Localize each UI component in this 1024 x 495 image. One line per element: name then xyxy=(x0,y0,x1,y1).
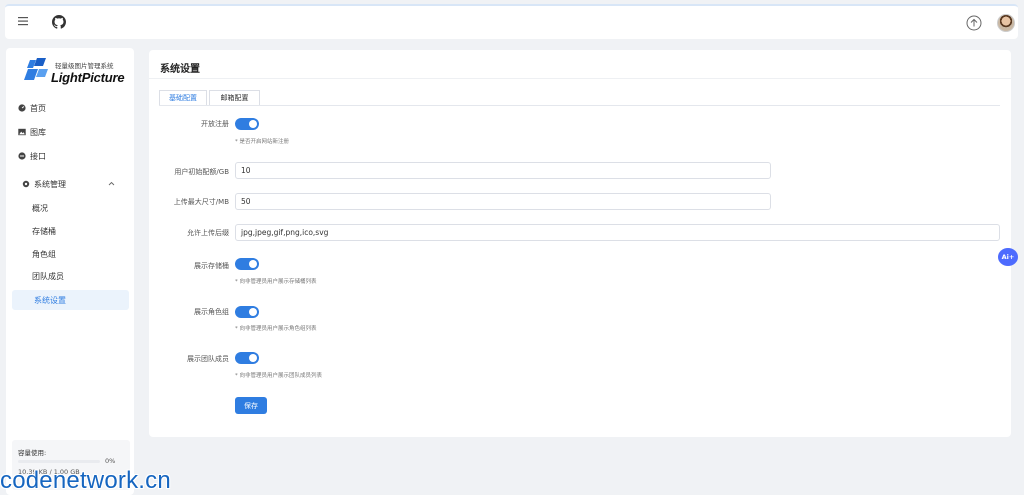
logo-mark-icon xyxy=(24,58,48,80)
usage-label: 容量使用: xyxy=(18,449,47,457)
dashboard-icon xyxy=(18,104,26,112)
show-team-toggle[interactable] xyxy=(235,352,259,364)
show-storage-hint: * 向非管理员用户展示存储桶列表 xyxy=(235,279,317,285)
logo[interactable]: 轻量级图片管理系统 LightPicture xyxy=(24,58,129,88)
title-divider xyxy=(149,78,1011,79)
show-roles-hint: * 向非管理员用户展示角色组列表 xyxy=(235,326,317,332)
brand-name: LightPicture xyxy=(51,70,125,85)
suffix-label: 允许上传后缀 xyxy=(187,229,229,237)
upload-icon[interactable] xyxy=(966,15,982,31)
tab-email-config[interactable]: 邮箱配置 xyxy=(209,90,260,106)
github-icon[interactable] xyxy=(52,15,66,29)
chevron-up-icon[interactable] xyxy=(108,181,115,186)
sidebar-item-label: 系统管理 xyxy=(34,179,66,189)
sidebar-item-label: 角色组 xyxy=(32,249,56,259)
open-register-hint: * 是否开启网站新注册 xyxy=(235,139,289,145)
sidebar-item-label: 概况 xyxy=(32,203,48,213)
sidebar-item-label: 首页 xyxy=(30,103,46,113)
show-team-label: 展示团队成员 xyxy=(187,355,229,363)
brand-subtitle: 轻量级图片管理系统 xyxy=(55,62,114,70)
api-icon xyxy=(18,152,26,160)
usage-progress-bar xyxy=(18,460,100,463)
sidebar-subitem-team[interactable]: 团队成员 xyxy=(12,266,129,286)
suffix-input[interactable]: jpg,jpeg,gif,png,ico,svg xyxy=(235,224,1000,241)
image-icon xyxy=(18,128,26,136)
show-roles-toggle[interactable] xyxy=(235,306,259,318)
save-button[interactable]: 保存 xyxy=(235,397,267,414)
quota-input[interactable]: 10 xyxy=(235,162,771,179)
show-team-hint: * 向非管理员用户展示团队成员列表 xyxy=(235,373,322,379)
sidebar: 轻量级图片管理系统 LightPicture 首页 图库 接口 系统管理 概况 … xyxy=(6,48,134,495)
avatar[interactable] xyxy=(997,14,1015,32)
sidebar-item-label: 接口 xyxy=(30,151,46,161)
tab-basic-config[interactable]: 基础配置 xyxy=(159,90,207,106)
open-register-toggle[interactable] xyxy=(235,118,259,130)
sidebar-item-system[interactable]: 系统管理 xyxy=(22,174,138,194)
show-roles-label: 展示角色组 xyxy=(194,308,229,316)
watermark: codenetwork.cn xyxy=(0,467,171,494)
settings-panel: 系统设置 基础配置 邮箱配置 开放注册 * 是否开启网站新注册 用户初始配额/G… xyxy=(149,50,1011,437)
sidebar-item-api[interactable]: 接口 xyxy=(18,146,134,166)
sidebar-item-label: 系统设置 xyxy=(34,295,66,305)
sidebar-item-label: 图库 xyxy=(30,127,46,137)
ai-assistant-button[interactable]: Ai+ xyxy=(998,248,1018,266)
quota-label: 用户初始配额/GB xyxy=(174,168,229,176)
menu-icon[interactable] xyxy=(17,15,29,27)
open-register-label: 开放注册 xyxy=(201,120,229,128)
show-storage-toggle[interactable] xyxy=(235,258,259,270)
max-size-label: 上传最大尺寸/MB xyxy=(173,198,229,206)
sidebar-subitem-overview[interactable]: 概况 xyxy=(12,198,129,218)
show-storage-label: 展示存储桶 xyxy=(194,262,229,270)
max-size-input[interactable]: 50 xyxy=(235,193,771,210)
sidebar-item-home[interactable]: 首页 xyxy=(18,98,134,118)
top-bar xyxy=(5,4,1018,39)
sidebar-item-label: 存储桶 xyxy=(32,226,56,236)
page-title: 系统设置 xyxy=(160,64,200,75)
sidebar-item-label: 团队成员 xyxy=(32,271,64,281)
sidebar-subitem-roles[interactable]: 角色组 xyxy=(12,244,129,264)
sidebar-subitem-storage[interactable]: 存储桶 xyxy=(12,221,129,241)
tab-underline xyxy=(159,105,1000,106)
gear-icon xyxy=(22,180,30,188)
usage-percent: 0% xyxy=(105,457,116,465)
sidebar-subitem-settings[interactable]: 系统设置 xyxy=(12,290,129,310)
sidebar-item-gallery[interactable]: 图库 xyxy=(18,122,134,142)
